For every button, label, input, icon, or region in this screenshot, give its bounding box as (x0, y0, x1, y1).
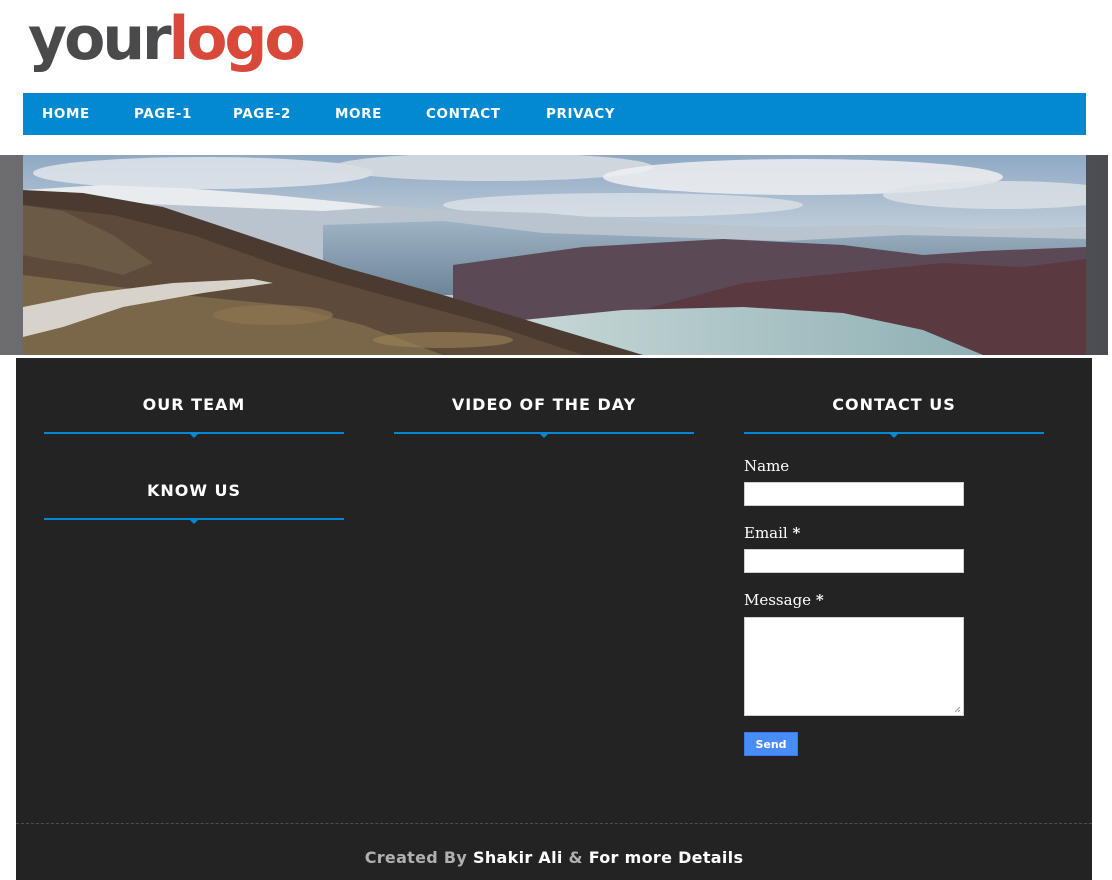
logo-word-your: your (28, 4, 172, 74)
send-button[interactable]: Send (744, 732, 798, 756)
credit-ampersand: & (568, 848, 583, 867)
widget-know-us: KNOW US (44, 480, 344, 524)
widget-video-of-the-day: VIDEO OF THE DAY (394, 394, 694, 438)
title-underline (394, 432, 694, 438)
title-underline (744, 432, 1044, 438)
message-textarea[interactable] (744, 617, 964, 716)
required-mark: * (792, 524, 801, 542)
message-label-text: Message (744, 591, 812, 609)
message-label: Message * (744, 591, 824, 609)
site-logo[interactable]: yourlogo (28, 2, 306, 76)
logo-word-logo: logo (168, 4, 306, 74)
widget-contact-us: CONTACT US (744, 394, 1044, 438)
widget-title-contact: CONTACT US (832, 395, 956, 414)
credit-details-link[interactable]: For more Details (589, 848, 744, 867)
widget-title-video: VIDEO OF THE DAY (451, 395, 637, 414)
title-underline (44, 518, 344, 524)
credit-author-link[interactable]: Shakir Ali (473, 848, 563, 867)
resize-grip-icon[interactable] (954, 706, 961, 713)
nav-page-2[interactable]: PAGE-2 (233, 106, 291, 122)
title-underline (44, 432, 344, 438)
nav-more[interactable]: MORE (335, 106, 382, 122)
hero-banner-image (23, 155, 1086, 355)
footer-divider (16, 823, 1092, 824)
nav-page-1[interactable]: PAGE-1 (134, 106, 192, 122)
main-nav: HOME PAGE-1 PAGE-2 MORE CONTACT PRIVACY (23, 93, 1086, 135)
widget-title-know-us: KNOW US (146, 481, 242, 500)
nav-home[interactable]: HOME (42, 106, 90, 122)
widget-title-our-team: OUR TEAM (142, 395, 246, 414)
nav-contact[interactable]: CONTACT (426, 106, 501, 122)
footer-credit: Created By Shakir Ali & For more Details (16, 848, 1092, 867)
name-field[interactable] (744, 482, 964, 506)
email-label: Email * (744, 524, 800, 542)
email-field[interactable] (744, 549, 964, 573)
required-mark: * (815, 591, 824, 609)
nav-privacy[interactable]: PRIVACY (546, 106, 615, 122)
credit-created-by: Created By (364, 848, 468, 867)
name-label: Name (744, 457, 790, 475)
widget-our-team: OUR TEAM (44, 394, 344, 438)
email-label-text: Email (744, 524, 788, 542)
